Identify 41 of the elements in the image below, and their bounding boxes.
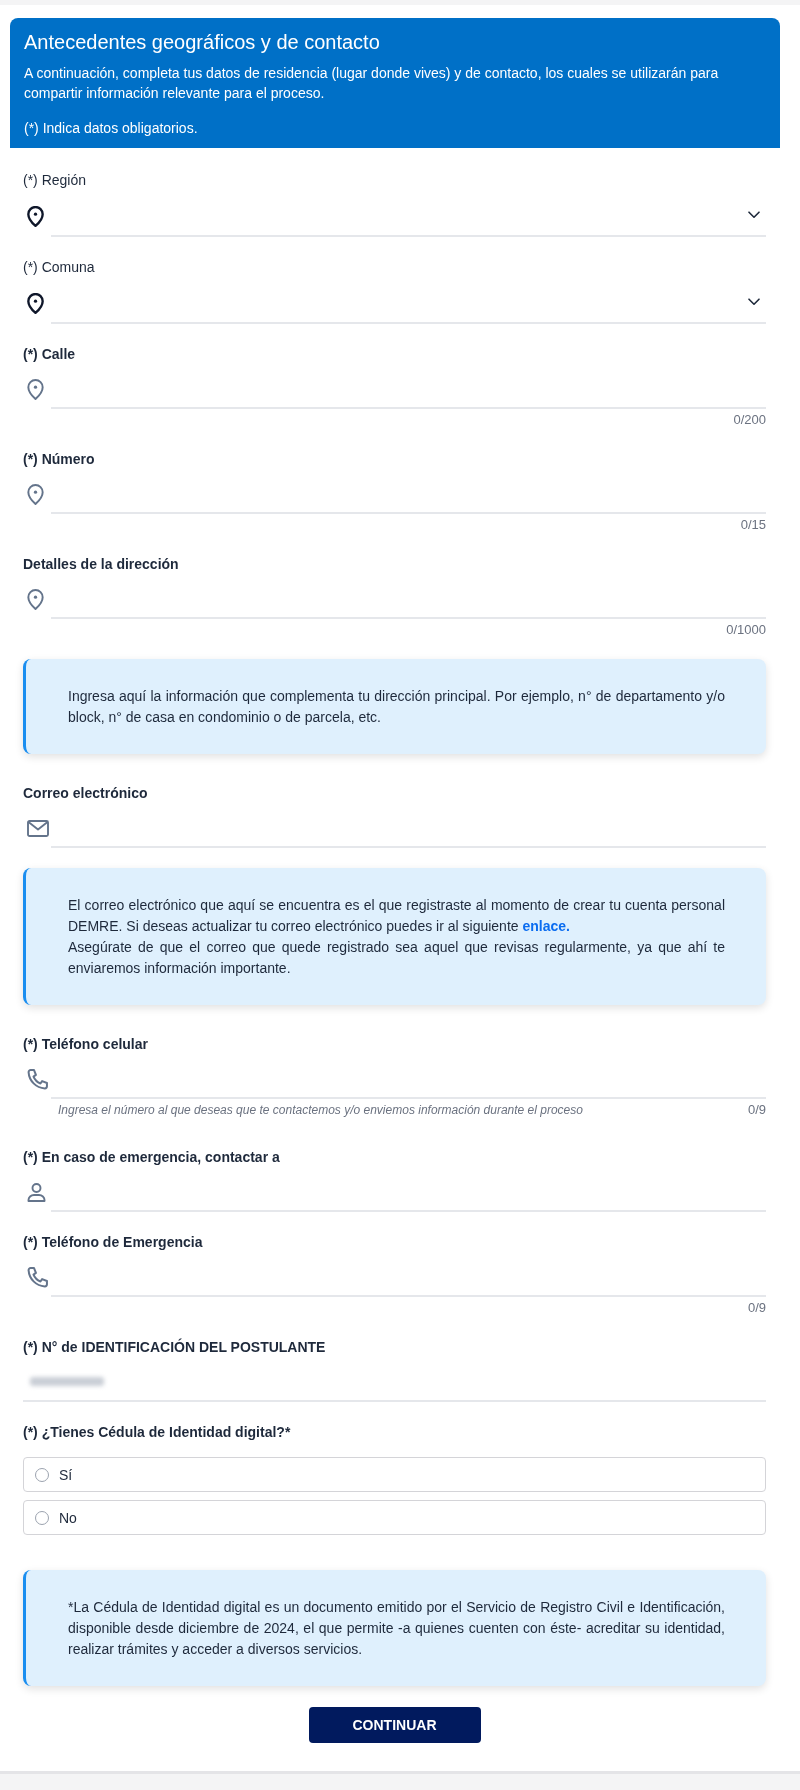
chevron-down-icon [748,298,760,306]
envelope-icon [27,819,49,837]
map-pin-icon [27,205,44,227]
required-note: (*) Indica datos obligatorios. [24,119,199,138]
field-label: (*) Comuna [23,258,96,277]
map-pin-icon [27,378,44,400]
phone-icon [27,1266,48,1288]
chevron-down-icon [748,211,760,219]
person-icon [27,1182,46,1202]
field-label: (*) Calle [23,345,77,364]
character-counter: 0/200 [733,411,766,429]
section-description: A continuación, completa tus datos de residencia (lugar donde vives) y de contacto, los cuales se utilizarán para compartir información relevante para el proceso. [24,64,720,103]
notice-text: Ingresa aquí la información que complementa tu dirección principal. Por ejemplo, n° de departamento y/o block, n° de casa en condominio o de parcela, etc. [68,687,725,727]
field-label: (*) N° de IDENTIFICACIÓN DEL POSTULANTE [23,1337,327,1357]
map-pin-icon [27,588,44,610]
helper-text: Ingresa el número al que deseas que te contactemos y/o enviemos información durante el proceso [58,1102,583,1119]
character-counter: 0/1000 [726,621,766,639]
field-label: (*) Teléfono de Emergencia [23,1233,204,1252]
character-counter: 0/15 [740,516,766,534]
field-label: Detalles de la dirección [23,555,180,574]
radio-circle[interactable] [35,1510,49,1525]
notice-text: Asegúrate de que el correo que quede registrado sea aquel que revisas regularmente, ya que ahí te enviaremos información importante. [68,938,725,978]
field-label: (*) Región [23,171,88,190]
notice-text: El correo electrónico que aquí se encuentra es el que registraste al momento de crear tu cuenta personal DEMRE. Si deseas actualizar tu correo electrónico puedes ir al siguiente enlace. [68,896,725,936]
character-counter: 0/9 [747,1299,766,1317]
map-pin-icon [27,292,44,314]
update-link[interactable]: enlace. [522,918,570,934]
character-counter: 0/9 [747,1101,766,1119]
notice-text: *La Cédula de Identidad digital es un documento emitido por el Servicio de Registro Civil e Identificación, disponible desde diciembre de 2024, el que permite -a quienes cuenten con éste- acreditar su identidad, realizar trámites y acceder a diversos servicios. [68,1598,725,1659]
section-title: Antecedentes geográficos y de contacto [24,30,381,55]
radio-circle[interactable] [35,1467,49,1482]
phone-icon [27,1068,48,1090]
field-label: (*) Teléfono celular [23,1035,149,1054]
field-label: (*) Número [23,450,96,469]
question-label: (*) ¿Tienes Cédula de Identidad digital?* [23,1423,292,1442]
field-label: (*) En caso de emergencia, contactar a [23,1148,281,1167]
continue-button[interactable]: CONTINUAR [308,1707,481,1743]
field-label: Correo electrónico [23,784,149,803]
radio-option[interactable]: Sí [23,1457,766,1492]
radio-option[interactable]: No [23,1500,766,1535]
map-pin-icon [27,483,44,505]
